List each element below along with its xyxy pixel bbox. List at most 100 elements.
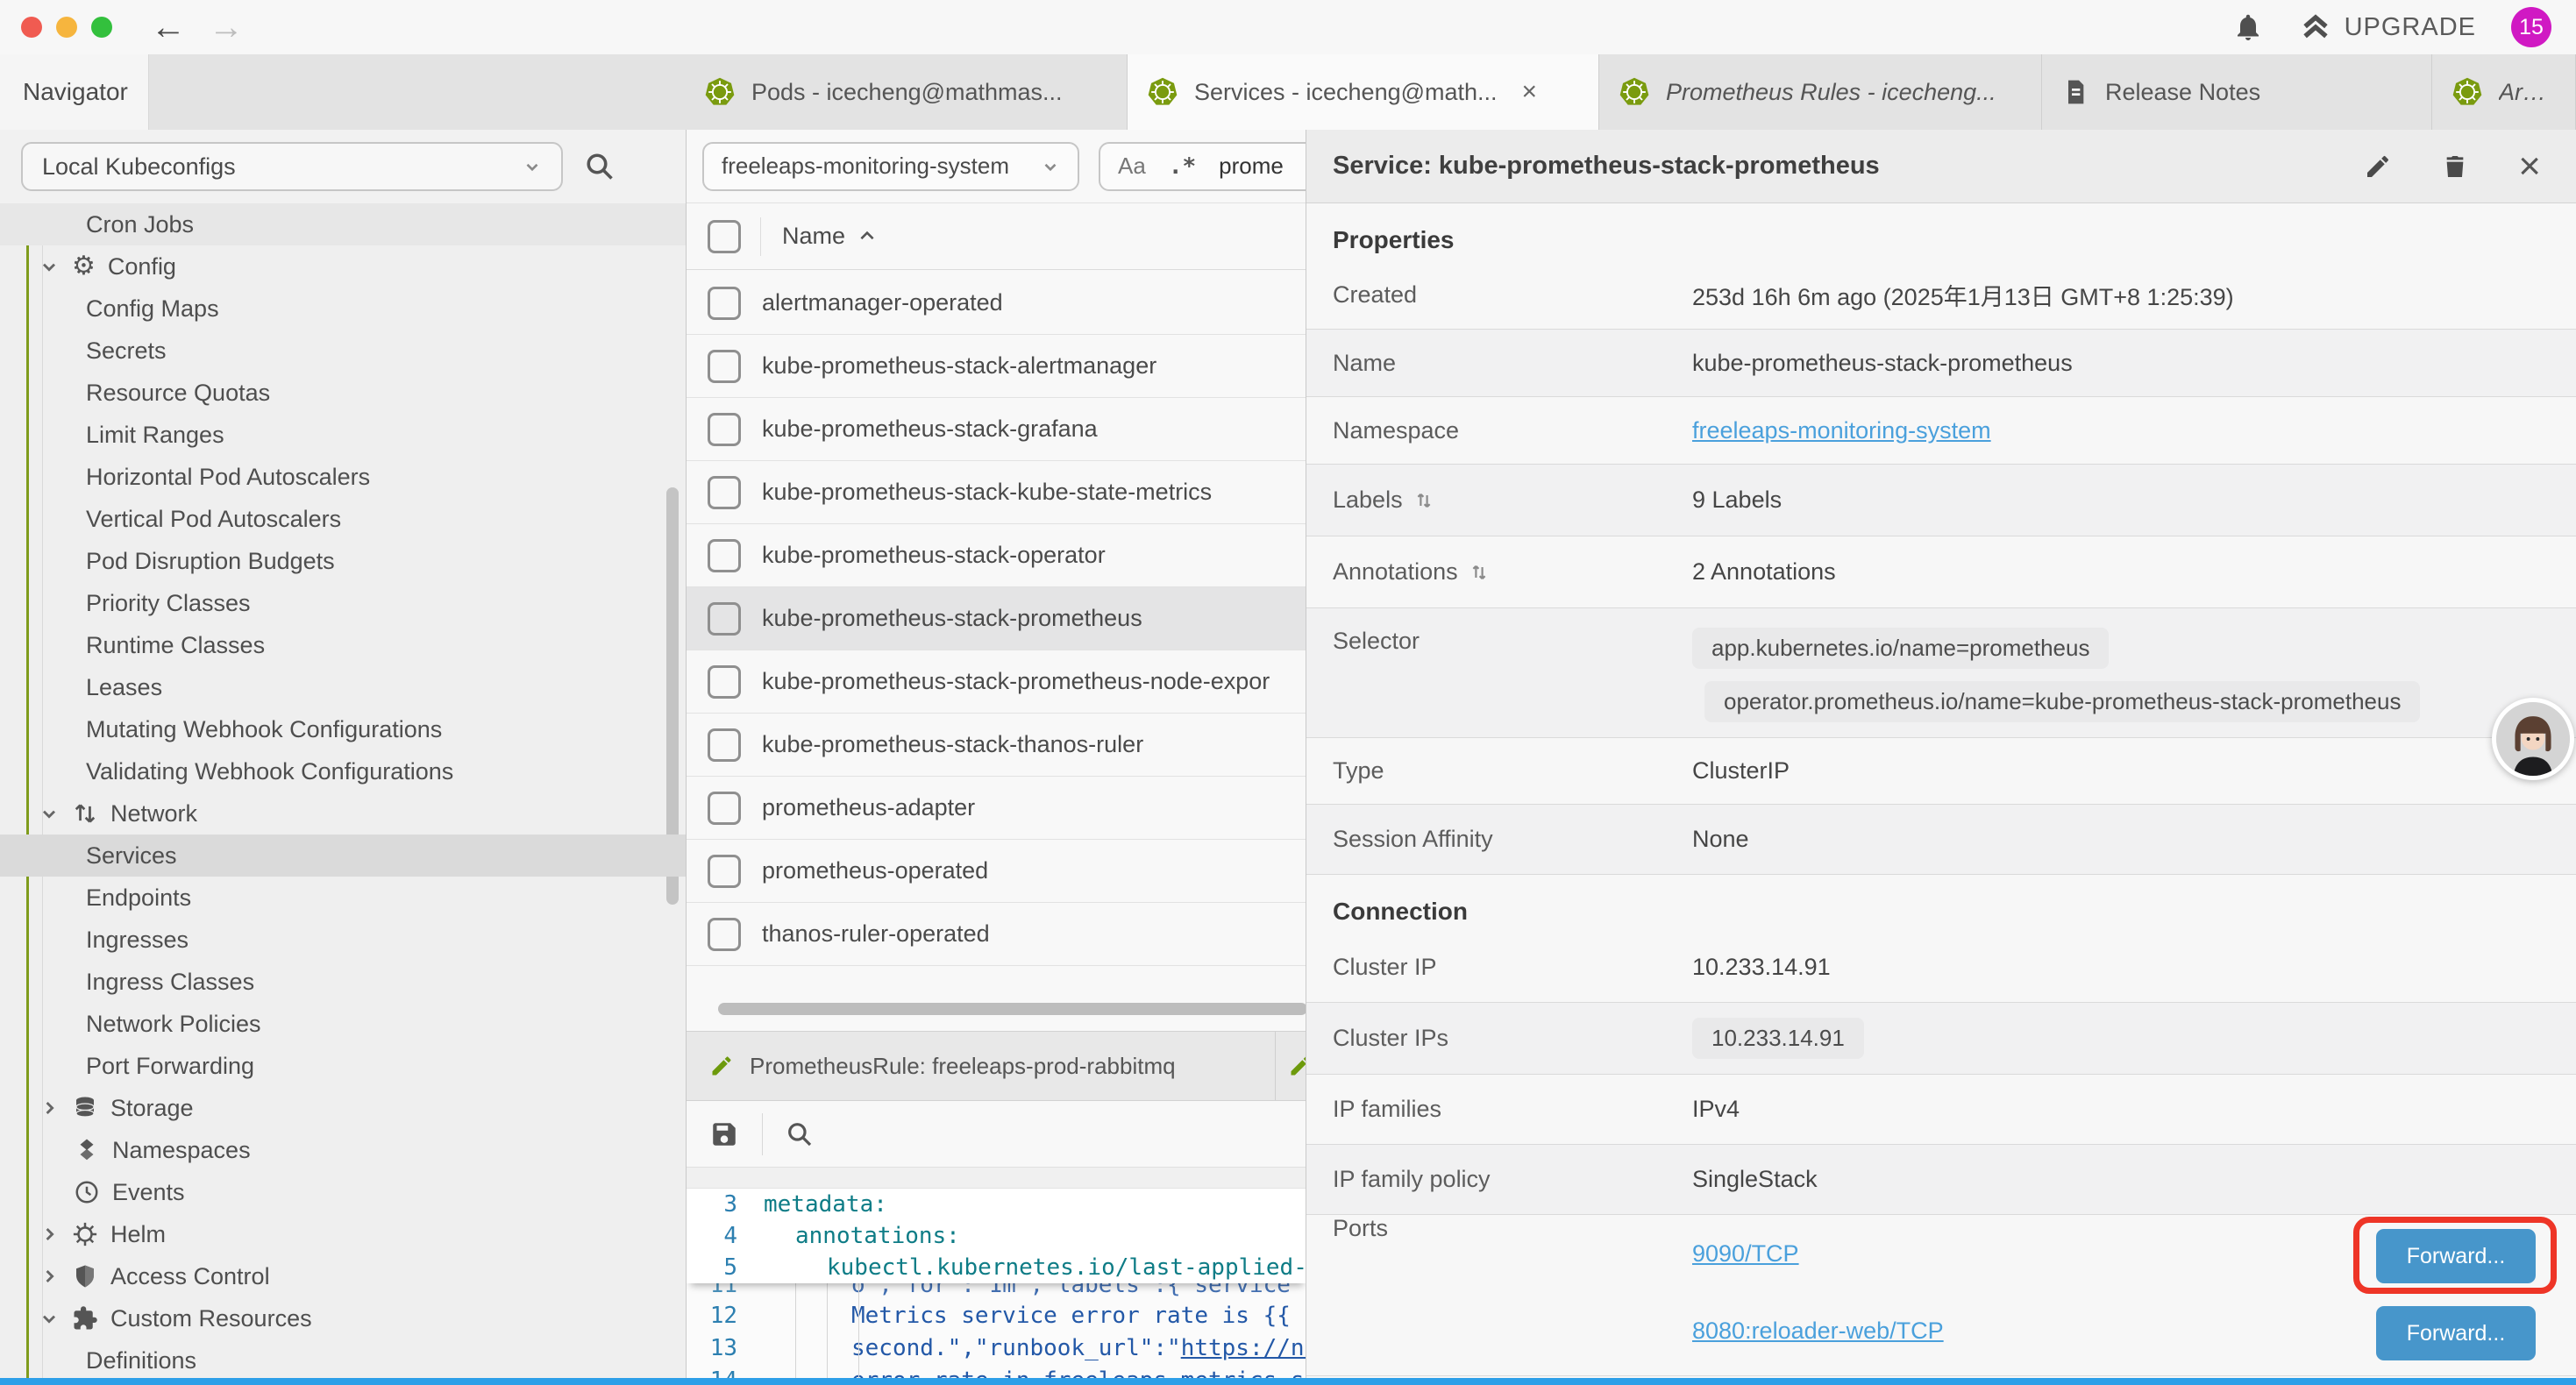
select-all-checkbox[interactable]: [708, 220, 741, 253]
sidebar-item-resource-quotas[interactable]: Resource Quotas: [0, 372, 686, 414]
notification-badge[interactable]: 15: [2511, 7, 2551, 47]
row-checkbox[interactable]: [708, 350, 741, 383]
chevron-down-icon[interactable]: [39, 803, 60, 824]
sidebar-item-mutating-webhook-configurations[interactable]: Mutating Webhook Configurations: [0, 708, 686, 750]
sidebar-item-leases[interactable]: Leases: [0, 666, 686, 708]
editor-code[interactable]: 12Metrics service error rate is {{ $va13…: [687, 1299, 1306, 1385]
sidebar-item-access-control[interactable]: Access Control: [0, 1255, 686, 1297]
sidebar-item-definitions[interactable]: Definitions: [0, 1339, 686, 1381]
edit-service-icon[interactable]: [2364, 153, 2392, 181]
service-row-prometheus-operated[interactable]: prometheus-operated: [687, 840, 1306, 903]
sidebar-item-events[interactable]: Events: [0, 1171, 686, 1213]
services-list-panel: freeleaps-monitoring-system Aa .* prome …: [686, 130, 1306, 1385]
row-checkbox[interactable]: [708, 287, 741, 320]
horizontal-scrollbar[interactable]: [718, 1003, 1306, 1015]
row-checkbox[interactable]: [708, 728, 741, 762]
sidebar-item-port-forwarding[interactable]: Port Forwarding: [0, 1045, 686, 1087]
save-icon[interactable]: [709, 1119, 739, 1149]
sidebar-item-ingress-classes[interactable]: Ingress Classes: [0, 961, 686, 1003]
navigator-panel-tab[interactable]: Navigator: [0, 54, 149, 130]
chevron-down-icon[interactable]: [39, 256, 60, 277]
sidebar-item-network[interactable]: Network: [0, 792, 686, 835]
chevron-down-icon[interactable]: [39, 1308, 60, 1329]
service-row-kube-prometheus-stack-operator[interactable]: kube-prometheus-stack-operator: [687, 524, 1306, 587]
close-window-button[interactable]: [21, 17, 42, 38]
row-checkbox[interactable]: [708, 413, 741, 446]
row-checkbox[interactable]: [708, 665, 741, 699]
chevron-right-icon[interactable]: [39, 1224, 60, 1245]
chevron-right-icon[interactable]: [39, 1266, 60, 1287]
row-checkbox[interactable]: [708, 792, 741, 825]
sort-updown-icon[interactable]: [1413, 490, 1434, 511]
tab-pods-icecheng-mathmas[interactable]: Pods - icecheng@mathmas...: [685, 54, 1128, 130]
row-checkbox[interactable]: [708, 539, 741, 572]
kubeconfig-select[interactable]: Local Kubeconfigs: [21, 142, 563, 191]
forward-button[interactable]: Forward...: [2376, 1306, 2536, 1360]
sidebar-item-config-maps[interactable]: Config Maps: [0, 288, 686, 330]
sidebar-item-custom-resources[interactable]: Custom Resources: [0, 1297, 686, 1339]
row-checkbox[interactable]: [708, 476, 741, 509]
forward-arrow-icon[interactable]: →: [209, 10, 244, 45]
service-row-thanos-ruler-operated[interactable]: thanos-ruler-operated: [687, 903, 1306, 966]
detail-row-created: Created253d 16h 6m ago (2025年1月13日 GMT+8…: [1306, 261, 2576, 330]
sidebar-item-endpoints[interactable]: Endpoints: [0, 877, 686, 919]
maximize-window-button[interactable]: [91, 17, 112, 38]
tab-argo-se[interactable]: Argo Se: [2432, 54, 2576, 130]
sidebar-item-pod-disruption-budgets[interactable]: Pod Disruption Budgets: [0, 540, 686, 582]
search-icon[interactable]: [584, 151, 616, 182]
tab-release-notes[interactable]: Release Notes: [2042, 54, 2432, 130]
editor-tab-prometheusrule[interactable]: PrometheusRule: freeleaps-prod-rabbitmq: [687, 1032, 1276, 1100]
editor-tab-partial[interactable]: [1276, 1032, 1306, 1100]
service-row-alertmanager-operated[interactable]: alertmanager-operated: [687, 272, 1306, 335]
tab-prometheus-rules-icecheng[interactable]: Prometheus Rules - icecheng...: [1599, 54, 2042, 130]
row-checkbox[interactable]: [708, 918, 741, 951]
match-case-toggle[interactable]: Aa: [1118, 153, 1146, 180]
sidebar-item-network-policies[interactable]: Network Policies: [0, 1003, 686, 1045]
namespace-select[interactable]: freeleaps-monitoring-system: [702, 142, 1079, 191]
sidebar-item-priority-classes[interactable]: Priority Classes: [0, 582, 686, 624]
row-checkbox[interactable]: [708, 855, 741, 888]
service-row-kube-prometheus-stack-grafana[interactable]: kube-prometheus-stack-grafana: [687, 398, 1306, 461]
code-line: 12Metrics service error rate is {{ $va: [687, 1299, 1306, 1332]
editor-search-icon[interactable]: [786, 1120, 814, 1148]
port-link[interactable]: 9090/TCP: [1692, 1240, 1799, 1268]
namespace-link[interactable]: freeleaps-monitoring-system: [1692, 417, 1991, 444]
sidebar-item-horizontal-pod-autoscalers[interactable]: Horizontal Pod Autoscalers: [0, 456, 686, 498]
sidebar-item-config[interactable]: ⚙Config: [0, 245, 686, 288]
upgrade-button[interactable]: UPGRADE: [2299, 11, 2476, 44]
sidebar-item-limit-ranges[interactable]: Limit Ranges: [0, 414, 686, 456]
sidebar-item-helm[interactable]: Helm: [0, 1213, 686, 1255]
sidebar-item-ingresses[interactable]: Ingresses: [0, 919, 686, 961]
tab-services-icecheng-math[interactable]: Services - icecheng@math...×: [1128, 54, 1599, 130]
sidebar-item-services[interactable]: Services: [0, 835, 686, 877]
code-link[interactable]: https://net: [1181, 1335, 1306, 1361]
edit-pencil-icon: [1288, 1054, 1306, 1078]
chevron-right-icon[interactable]: [39, 1097, 60, 1119]
regex-toggle[interactable]: .*: [1169, 153, 1196, 180]
service-row-kube-prometheus-stack-alertmanager[interactable]: kube-prometheus-stack-alertmanager: [687, 335, 1306, 398]
sidebar-item-runtime-classes[interactable]: Runtime Classes: [0, 624, 686, 666]
service-row-kube-prometheus-stack-prometheus-node-expor[interactable]: kube-prometheus-stack-prometheus-node-ex…: [687, 650, 1306, 714]
sort-updown-icon[interactable]: [1469, 562, 1490, 583]
port-link[interactable]: 8080:reloader-web/TCP: [1692, 1318, 1944, 1345]
sidebar-item-namespaces[interactable]: Namespaces: [0, 1129, 686, 1171]
filter-input[interactable]: Aa .* prome: [1099, 142, 1306, 191]
sidebar-item-secrets[interactable]: Secrets: [0, 330, 686, 372]
sidebar-item-vertical-pod-autoscalers[interactable]: Vertical Pod Autoscalers: [0, 498, 686, 540]
sidebar-item-cron-jobs[interactable]: Cron Jobs: [0, 203, 686, 245]
bell-icon[interactable]: [2232, 11, 2264, 43]
service-row-kube-prometheus-stack-thanos-ruler[interactable]: kube-prometheus-stack-thanos-ruler: [687, 714, 1306, 777]
row-checkbox[interactable]: [708, 602, 741, 636]
sidebar-item-storage[interactable]: Storage: [0, 1087, 686, 1129]
back-arrow-icon[interactable]: ←: [151, 10, 186, 45]
service-row-kube-prometheus-stack-prometheus[interactable]: kube-prometheus-stack-prometheus: [687, 587, 1306, 650]
sidebar-item-validating-webhook-configurations[interactable]: Validating Webhook Configurations: [0, 750, 686, 792]
service-row-kube-prometheus-stack-kube-state-metrics[interactable]: kube-prometheus-stack-kube-state-metrics: [687, 461, 1306, 524]
support-avatar[interactable]: [2492, 698, 2574, 780]
close-details-icon[interactable]: ×: [2518, 152, 2541, 181]
delete-service-icon[interactable]: [2441, 153, 2469, 181]
minimize-window-button[interactable]: [56, 17, 77, 38]
name-column-header[interactable]: Name: [782, 223, 877, 250]
service-row-prometheus-adapter[interactable]: prometheus-adapter: [687, 777, 1306, 840]
close-tab-icon[interactable]: ×: [1522, 77, 1538, 107]
